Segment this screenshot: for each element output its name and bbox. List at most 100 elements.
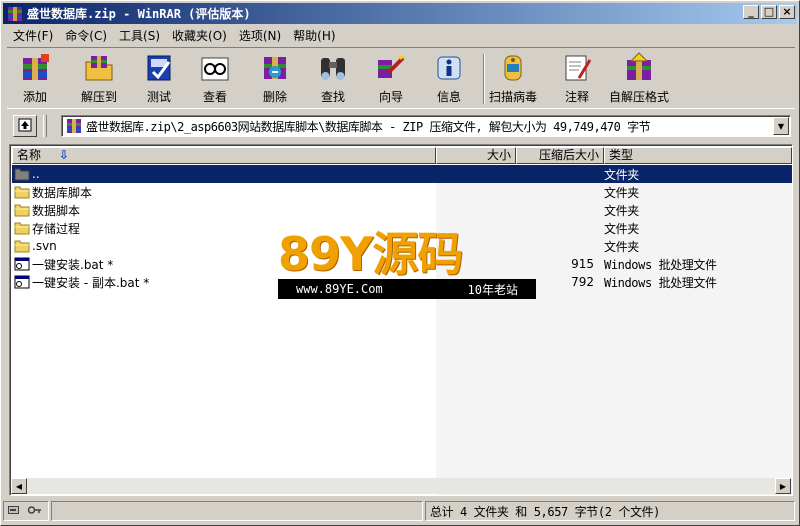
list-header: 名称 ⇩ 大小 压缩后大小 类型: [12, 147, 792, 164]
menu-tools[interactable]: 工具(S): [113, 27, 166, 44]
sfx-button[interactable]: 自解压格式: [609, 52, 669, 108]
item-type: 文件夹: [604, 167, 639, 182]
menu-commands[interactable]: 命令(C): [59, 27, 113, 44]
toolbar: 添加 解压到 测试 查看 删除 查找 向导 信息 扫描病毒 注释 自解压格式: [7, 47, 795, 109]
test-icon: [143, 52, 175, 84]
add-button[interactable]: 添加: [19, 52, 51, 108]
item-name: 一键安装.bat *: [32, 257, 114, 272]
folder-icon: [14, 220, 30, 236]
column-name[interactable]: 名称 ⇩: [12, 147, 436, 164]
comment-icon: [561, 52, 593, 84]
winrar-window: 盛世数据库.zip - WinRAR (评估版本) _ □ × 文件(F) 命令…: [0, 0, 800, 526]
folder-icon: [14, 202, 30, 218]
test-button[interactable]: 测试: [143, 52, 175, 108]
item-name: ..: [32, 167, 40, 181]
delete-button[interactable]: 删除: [259, 52, 291, 108]
drive-icon: [8, 504, 26, 518]
parent-folder-icon: [14, 166, 30, 182]
menu-file[interactable]: 文件(F): [7, 27, 59, 44]
item-name: .svn: [32, 239, 57, 253]
close-button[interactable]: ×: [779, 5, 795, 19]
address-dropdown-button[interactable]: ▼: [773, 117, 789, 135]
horizontal-scrollbar[interactable]: ◀ ▶: [11, 478, 791, 494]
item-type: Windows 批处理文件: [604, 275, 717, 290]
menu-favorites[interactable]: 收藏夹(O): [166, 27, 233, 44]
item-name: 数据脚本: [32, 203, 81, 218]
item-type: 文件夹: [604, 203, 639, 218]
sfx-label: 自解压格式: [609, 90, 670, 104]
item-name-cell: ..: [12, 166, 432, 182]
window-title: 盛世数据库.zip - WinRAR (评估版本): [27, 7, 251, 21]
address-path: 盛世数据库.zip\2_asp6603网站数据库脚本\数据库脚本 - ZIP 压…: [86, 119, 651, 134]
watermark-slogan: 10年老站: [467, 282, 518, 297]
watermark-url: www.89YE.Com: [296, 282, 383, 296]
find-label: 查找: [320, 90, 345, 104]
status-bar: 总计 4 文件夹 和 5,657 字节(2 个文件): [3, 501, 797, 523]
add-label: 添加: [22, 90, 47, 104]
scroll-left-button[interactable]: ◀: [11, 478, 27, 494]
maximize-button[interactable]: □: [761, 5, 777, 19]
virus-scan-label: 扫描病毒: [489, 90, 538, 104]
list-item[interactable]: 数据脚本 文件夹: [12, 201, 792, 219]
watermark: 89Y源码 www.89YE.Com 10年老站: [278, 229, 536, 301]
minimize-button[interactable]: _: [743, 5, 759, 19]
item-type: 文件夹: [604, 239, 639, 254]
test-label: 测试: [146, 90, 171, 104]
view-button[interactable]: 查看: [199, 52, 231, 108]
file-list[interactable]: 名称 ⇩ 大小 压缩后大小 类型 .. 文件夹 数据库脚本 文件夹 数据脚本 文件夹 存储过…: [9, 144, 793, 496]
find-button[interactable]: 查找: [317, 52, 349, 108]
item-name-cell: 数据脚本: [12, 202, 432, 219]
title-bar[interactable]: 盛世数据库.zip - WinRAR (评估版本) _ □ ×: [3, 3, 797, 24]
list-item[interactable]: 数据库脚本 文件夹: [12, 183, 792, 201]
item-type: 文件夹: [604, 221, 639, 236]
menu-options[interactable]: 选项(N): [233, 27, 287, 44]
archive-icon: [66, 118, 82, 134]
item-name: 数据库脚本: [32, 185, 93, 200]
view-label: 查看: [202, 90, 227, 104]
column-size[interactable]: 大小: [436, 147, 516, 164]
address-bar: 盛世数据库.zip\2_asp6603网站数据库脚本\数据库脚本 - ZIP 压…: [7, 113, 795, 139]
address-field[interactable]: 盛世数据库.zip\2_asp6603网站数据库脚本\数据库脚本 - ZIP 压…: [61, 115, 791, 137]
up-folder-button[interactable]: [13, 115, 37, 137]
wizard-icon: [375, 52, 407, 84]
wizard-label: 向导: [378, 90, 403, 104]
virus-scan-icon: [497, 52, 529, 84]
item-name-cell: 数据库脚本: [12, 184, 432, 201]
item-type: 文件夹: [604, 185, 639, 200]
column-type[interactable]: 类型: [604, 147, 792, 164]
menu-help[interactable]: 帮助(H): [287, 27, 341, 44]
key-icon: [27, 504, 42, 518]
status-summary-panel: 总计 4 文件夹 和 5,657 字节(2 个文件): [425, 501, 795, 521]
item-type: Windows 批处理文件: [604, 257, 717, 272]
list-item[interactable]: .. 文件夹: [12, 165, 792, 183]
watermark-brand: 89Y源码: [278, 227, 463, 281]
scroll-right-button[interactable]: ▶: [775, 478, 791, 494]
info-button[interactable]: 信息: [433, 52, 465, 108]
toolbar-separator: [483, 54, 485, 104]
info-icon: [433, 52, 465, 84]
extract-icon: [83, 52, 115, 84]
wizard-button[interactable]: 向导: [375, 52, 407, 108]
info-label: 信息: [436, 90, 461, 104]
item-name: 存储过程: [32, 221, 81, 236]
arrow-right-icon: ▶: [779, 481, 787, 491]
extract-button[interactable]: 解压到: [81, 52, 117, 108]
status-summary: 总计 4 文件夹 和 5,657 字节(2 个文件): [430, 504, 660, 519]
view-icon: [199, 52, 231, 84]
status-drive-panel[interactable]: [3, 501, 49, 521]
batch-file-icon: [14, 274, 30, 290]
item-name: 一键安装 - 副本.bat *: [32, 275, 150, 290]
sort-down-icon: ⇩: [58, 148, 69, 162]
delete-icon: [259, 52, 291, 84]
extract-label: 解压到: [81, 90, 118, 104]
comment-label: 注释: [564, 90, 589, 104]
comment-button[interactable]: 注释: [561, 52, 593, 108]
menu-bar: 文件(F) 命令(C) 工具(S) 收藏夹(O) 选项(N) 帮助(H): [3, 25, 797, 45]
add-icon: [19, 52, 51, 84]
sfx-icon: [623, 52, 655, 84]
find-icon: [317, 52, 349, 84]
address-grip[interactable]: [43, 115, 47, 137]
status-selection-panel: [51, 501, 423, 521]
column-packed[interactable]: 压缩后大小: [516, 147, 604, 164]
virus-scan-button[interactable]: 扫描病毒: [489, 52, 537, 108]
